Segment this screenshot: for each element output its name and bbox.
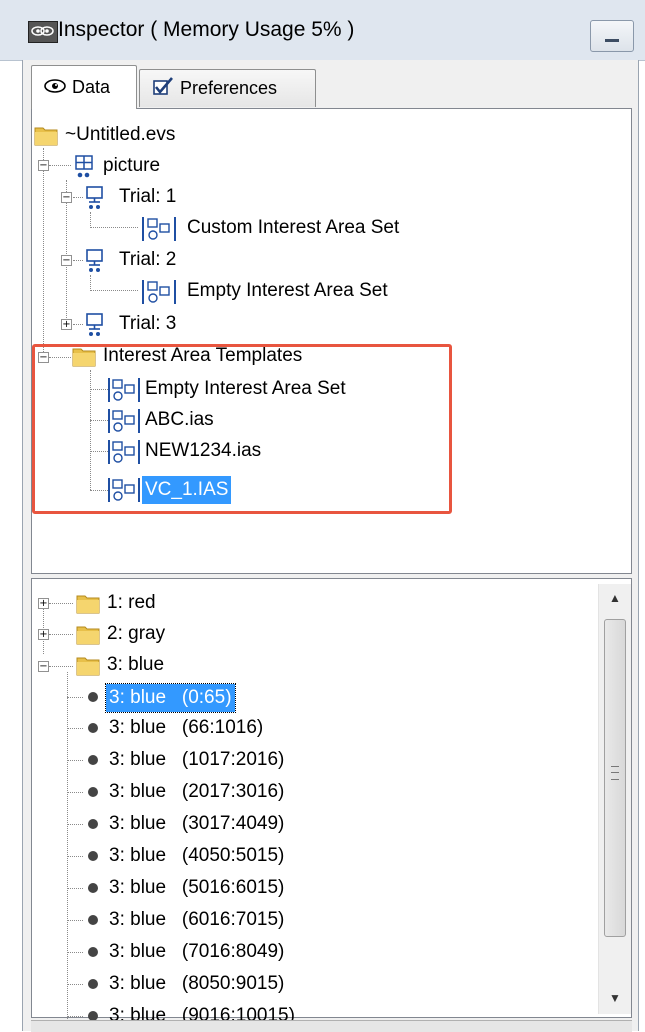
collapse-trial1-button[interactable]: − xyxy=(61,192,72,203)
tree-label-trial1: Trial: 1 xyxy=(119,186,177,207)
trial-icon xyxy=(86,186,103,209)
group-label: 3: blue xyxy=(107,654,165,675)
bullet-icon xyxy=(88,819,98,829)
expand-trial3-button[interactable]: + xyxy=(61,319,72,330)
trial-icon xyxy=(86,249,103,272)
highlight-box xyxy=(32,344,452,514)
group-label: 1: red xyxy=(107,592,156,613)
grip-icon xyxy=(611,766,619,780)
list-item-label: 3: blue (7016:8049) xyxy=(109,941,285,962)
list-item-label: 3: blue (1017:2016) xyxy=(109,749,285,770)
checkbox-icon xyxy=(152,76,174,101)
list-item-label: 3: blue (5016:6015) xyxy=(109,877,285,898)
tree-label-trial2-ias: Empty Interest Area Set xyxy=(187,280,388,301)
expand-gray-button[interactable]: + xyxy=(38,629,49,640)
bullet-icon xyxy=(88,947,98,957)
list-item-label: 3: blue (4050:5015) xyxy=(109,845,285,866)
interest-area-set-icon xyxy=(142,217,176,241)
tab-data-label: Data xyxy=(72,77,111,97)
bullet-icon xyxy=(88,787,98,797)
list-item-label: 3: blue (0:65) xyxy=(105,683,236,713)
minimize-button[interactable] xyxy=(590,20,634,52)
eye-icon xyxy=(44,77,66,98)
bullet-icon xyxy=(88,851,98,861)
bullet-icon xyxy=(88,755,98,765)
list-item-label: 3: blue (3017:4049) xyxy=(109,813,285,834)
folder-icon xyxy=(76,626,100,645)
tab-preferences-label: Preferences xyxy=(180,78,278,98)
tree-label-trial1-ias: Custom Interest Area Set xyxy=(187,217,400,238)
bullet-icon xyxy=(88,915,98,925)
scroll-down-icon[interactable]: ▼ xyxy=(599,984,631,1012)
inspector-window: Inspector ( Memory Usage 5% ) Data Prefe… xyxy=(0,0,645,1032)
tab-data[interactable]: Data xyxy=(31,65,137,109)
collapse-blue-button[interactable]: − xyxy=(38,661,49,672)
tree-label-root: ~Untitled.evs xyxy=(65,124,176,145)
list-item-label: 3: blue (66:1016) xyxy=(109,717,264,738)
collapse-picture-button[interactable]: − xyxy=(38,160,49,171)
list-item-label: 3: blue (8050:9015) xyxy=(109,973,285,994)
bullet-icon xyxy=(88,692,98,702)
tab-preferences[interactable]: Preferences xyxy=(139,69,316,107)
folder-icon xyxy=(76,657,100,676)
interest-area-set-icon xyxy=(142,280,176,304)
tree-label-picture: picture xyxy=(103,155,161,176)
tree-label-trial3: Trial: 3 xyxy=(119,313,177,334)
title-bar: Inspector ( Memory Usage 5% ) xyxy=(0,0,645,61)
folder-icon xyxy=(34,127,58,146)
eye-app-icon xyxy=(28,21,58,43)
list-item-label: 3: blue (6016:7015) xyxy=(109,909,285,930)
trial-icon xyxy=(86,313,103,336)
group-label: 2: gray xyxy=(107,623,166,644)
bullet-icon xyxy=(88,979,98,989)
tree-label-trial2: Trial: 2 xyxy=(119,249,177,270)
bottom-splitter[interactable] xyxy=(31,1020,632,1032)
folder-icon xyxy=(76,595,100,614)
minimize-icon xyxy=(605,39,619,42)
window-title: Inspector ( Memory Usage 5% ) xyxy=(58,18,355,41)
collapse-trial2-button[interactable]: − xyxy=(61,255,72,266)
scroll-thumb[interactable] xyxy=(604,619,626,937)
scroll-up-icon[interactable]: ▲ xyxy=(599,584,631,612)
bullet-icon xyxy=(88,883,98,893)
vertical-scrollbar[interactable]: ▲ ▼ xyxy=(598,584,631,1014)
picture-icon xyxy=(75,155,93,178)
bullet-icon xyxy=(88,723,98,733)
list-item-label: 3: blue (2017:3016) xyxy=(109,781,285,802)
expand-red-button[interactable]: + xyxy=(38,598,49,609)
